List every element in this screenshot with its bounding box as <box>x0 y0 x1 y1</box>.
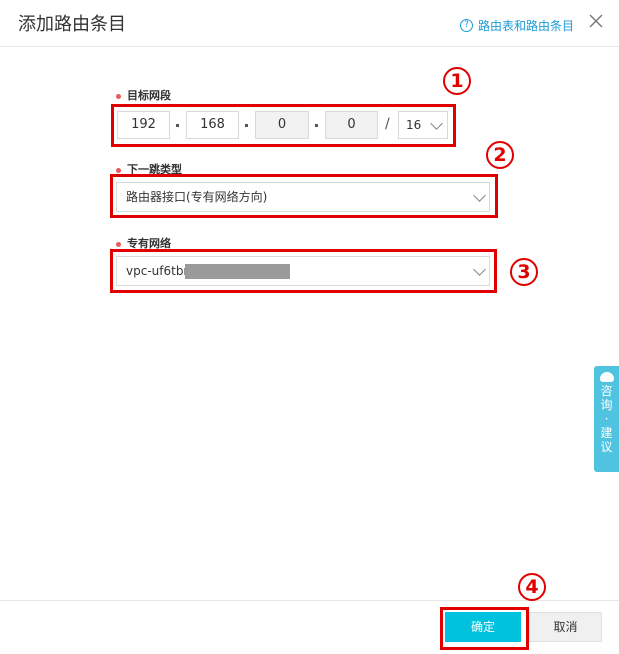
cancel-button[interactable]: 取消 <box>529 612 602 642</box>
cidr-label: 目标网段 <box>116 87 171 103</box>
annotation-badge-3: 3 <box>510 258 538 286</box>
annotation-badge-1: 1 <box>443 67 471 95</box>
dialog-title: 添加路由条目 <box>18 14 126 35</box>
question-icon: ? <box>460 19 473 32</box>
side-tab-char: 询 <box>600 398 613 412</box>
add-route-entry-dialog: 添加路由条目 ? 路由表和路由条目 目标网段 192 168 0 0 / 16 … <box>0 0 619 653</box>
highlight-box-4 <box>440 607 529 650</box>
annotation-badge-2: 2 <box>486 141 514 169</box>
side-tab-char: 咨 <box>600 384 613 398</box>
highlight-box-2 <box>110 174 498 218</box>
highlight-box-1 <box>111 104 456 147</box>
close-icon[interactable] <box>586 11 606 31</box>
side-tab-char: 议 <box>600 440 613 454</box>
side-tab-char: · <box>604 412 609 426</box>
consult-feedback-tab[interactable]: 咨 询 · 建 议 <box>594 366 619 472</box>
help-link-label: 路由表和路由条目 <box>478 19 575 33</box>
annotation-badge-4: 4 <box>518 573 546 601</box>
side-tab-char: 建 <box>600 426 613 440</box>
help-link[interactable]: ? 路由表和路由条目 <box>460 17 574 34</box>
chat-icon <box>599 372 614 382</box>
highlight-box-3 <box>110 249 497 293</box>
dialog-header: 添加路由条目 ? 路由表和路由条目 <box>0 0 619 47</box>
